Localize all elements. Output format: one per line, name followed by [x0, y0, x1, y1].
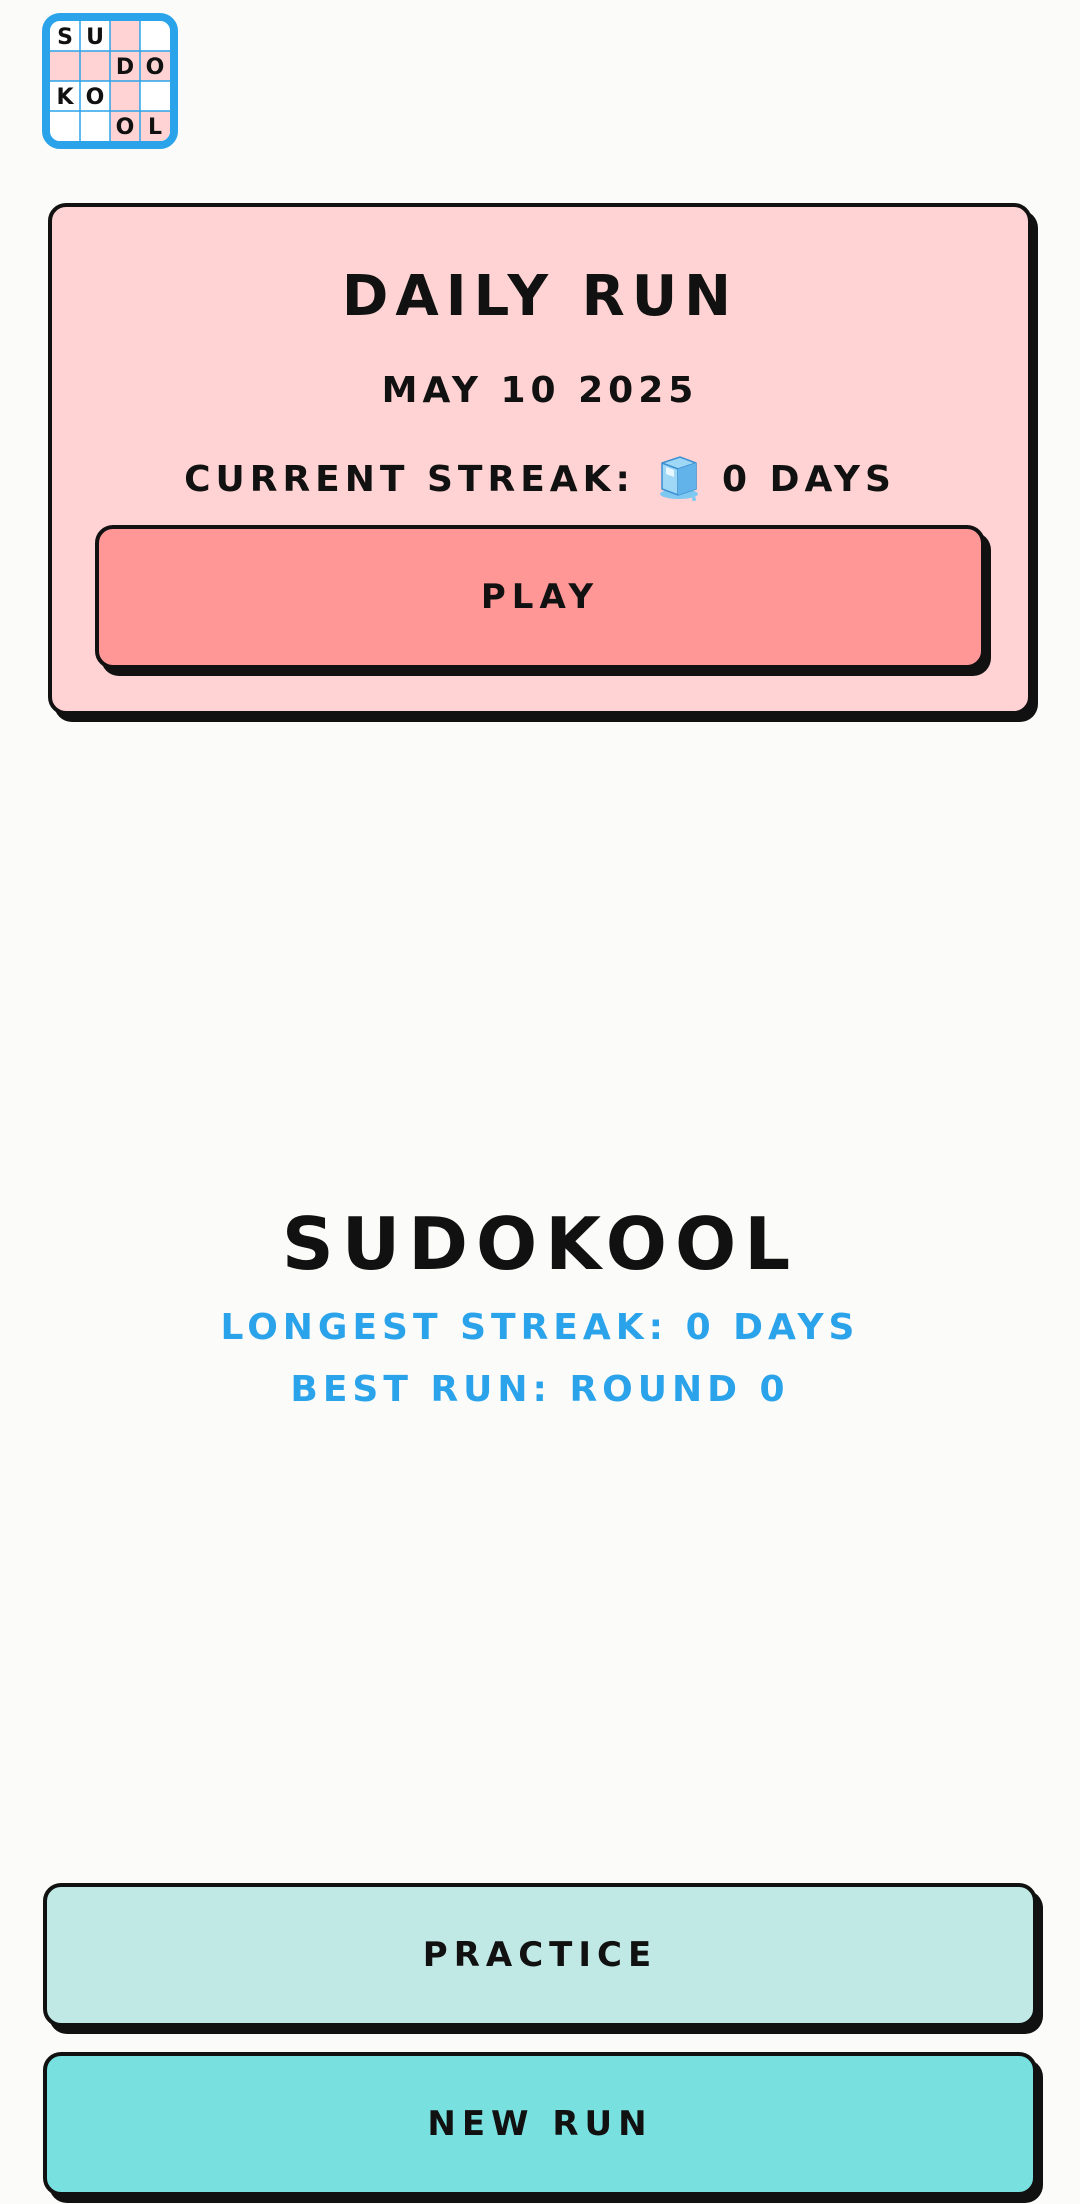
logo-letter: D: [116, 55, 134, 80]
logo-letter: K: [56, 85, 74, 110]
new-run-button[interactable]: NEW RUN: [43, 2052, 1037, 2196]
ice-cube-icon: [656, 453, 702, 501]
current-streak: CURRENT STREAK: 0 DAYS: [52, 453, 1028, 501]
play-button[interactable]: PLAY: [95, 525, 985, 669]
app-logo: S U D O K O O L: [42, 13, 178, 149]
logo-letter: O: [86, 85, 105, 110]
logo-letter: O: [146, 55, 165, 80]
logo-grid: S U D O K O O L: [50, 21, 170, 141]
daily-run-title: DAILY RUN: [341, 264, 739, 329]
daily-run-date: MAY 10 2025: [381, 370, 699, 411]
longest-streak: LONGEST STREAK: 0 DAYS: [220, 1307, 860, 1348]
practice-button[interactable]: PRACTICE: [43, 1883, 1037, 2027]
current-streak-value: 0 DAYS: [722, 459, 896, 500]
app-title: SUDOKOOL: [281, 1202, 799, 1286]
logo-letter: S: [57, 25, 73, 50]
logo-letter: O: [116, 115, 135, 140]
best-run: BEST RUN: ROUND 0: [290, 1369, 790, 1410]
current-streak-label: CURRENT STREAK:: [184, 459, 635, 500]
daily-run-card: DAILY RUN MAY 10 2025 CURRENT STREAK: 0 …: [48, 203, 1032, 715]
logo-letter: U: [86, 25, 104, 50]
logo-letter: L: [148, 115, 162, 140]
